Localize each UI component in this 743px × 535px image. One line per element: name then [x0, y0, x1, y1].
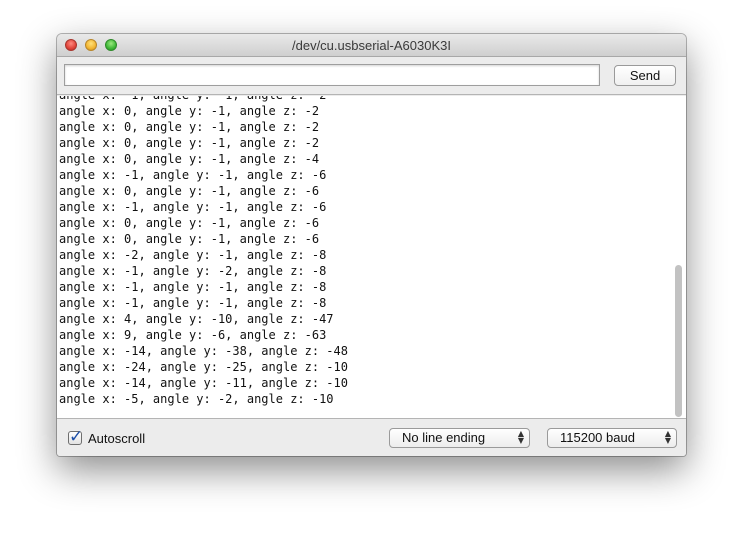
baud-rate-select[interactable]: 115200 baud ▲ ▼ — [547, 428, 677, 448]
window-title: /dev/cu.usbserial-A6030K3I — [292, 38, 451, 53]
status-bar: ✓ Autoscroll No line ending ▲ ▼ 115200 ba… — [57, 420, 686, 456]
send-toolbar: Send — [57, 57, 686, 95]
output-line: angle x: 0, angle y: -1, angle z: -2 — [59, 104, 320, 118]
scrollbar-thumb[interactable] — [675, 265, 682, 417]
updown-arrows-icon: ▲ ▼ — [664, 429, 671, 445]
output-line: angle x: -1, angle y: -1, angle z: -8 — [59, 280, 327, 294]
output-line: angle x: -1, angle y: -1, angle z: -8 — [59, 296, 327, 310]
output-line: angle x: 4, angle y: -10, angle z: -47 — [59, 312, 334, 326]
output-line: angle x: -14, angle y: -11, angle z: -10 — [59, 376, 348, 390]
output-line: angle x: -2, angle y: -1, angle z: -8 — [59, 248, 327, 262]
send-button[interactable]: Send — [614, 65, 676, 86]
output-line: angle x: 9, angle y: -6, angle z: -63 — [59, 328, 327, 342]
output-line: angle x: -1, angle y: -1, angle z: -6 — [59, 200, 327, 214]
updown-arrows-icon: ▲ ▼ — [517, 429, 524, 445]
output-line: angle x: -14, angle y: -38, angle z: -48 — [59, 344, 348, 358]
output-line: angle x: 0, angle y: -1, angle z: -6 — [59, 184, 320, 198]
output-line: angle x: 0, angle y: -1, angle z: -2 — [59, 120, 320, 134]
output-line: angle x: -1, angle y: -1, angle z: -6 — [59, 168, 327, 182]
output-line: angle x: 0, angle y: -1, angle z: -6 — [59, 232, 320, 246]
autoscroll-label[interactable]: Autoscroll — [88, 431, 145, 446]
output-line: angle x: 0, angle y: -1, angle z: -6 — [59, 216, 320, 230]
output-line: angle x: -24, angle y: -25, angle z: -10 — [59, 360, 348, 374]
serial-monitor-window: /dev/cu.usbserial-A6030K3I Send angle x:… — [57, 34, 686, 456]
line-ending-value: No line ending — [402, 430, 486, 445]
output-lines: angle x: -1, angle y: -1, angle z: -2ang… — [59, 96, 348, 407]
output-line: angle x: -1, angle y: -2, angle z: -8 — [59, 264, 327, 278]
baud-rate-value: 115200 baud — [560, 430, 635, 445]
output-line: angle x: 0, angle y: -1, angle z: -2 — [59, 136, 320, 150]
output-line: angle x: -1, angle y: -1, angle z: -2 — [59, 96, 348, 103]
vertical-scrollbar[interactable] — [671, 96, 686, 418]
checkmark-icon: ✓ — [69, 427, 84, 447]
serial-output[interactable]: angle x: -1, angle y: -1, angle z: -2ang… — [57, 96, 686, 419]
output-line: angle x: -5, angle y: -2, angle z: -10 — [59, 392, 334, 406]
output-line: angle x: 0, angle y: -1, angle z: -4 — [59, 152, 320, 166]
line-ending-select[interactable]: No line ending ▲ ▼ — [389, 428, 530, 448]
send-input[interactable] — [64, 64, 600, 86]
autoscroll-checkbox[interactable]: ✓ — [68, 427, 83, 447]
title-bar[interactable]: /dev/cu.usbserial-A6030K3I — [57, 34, 686, 57]
